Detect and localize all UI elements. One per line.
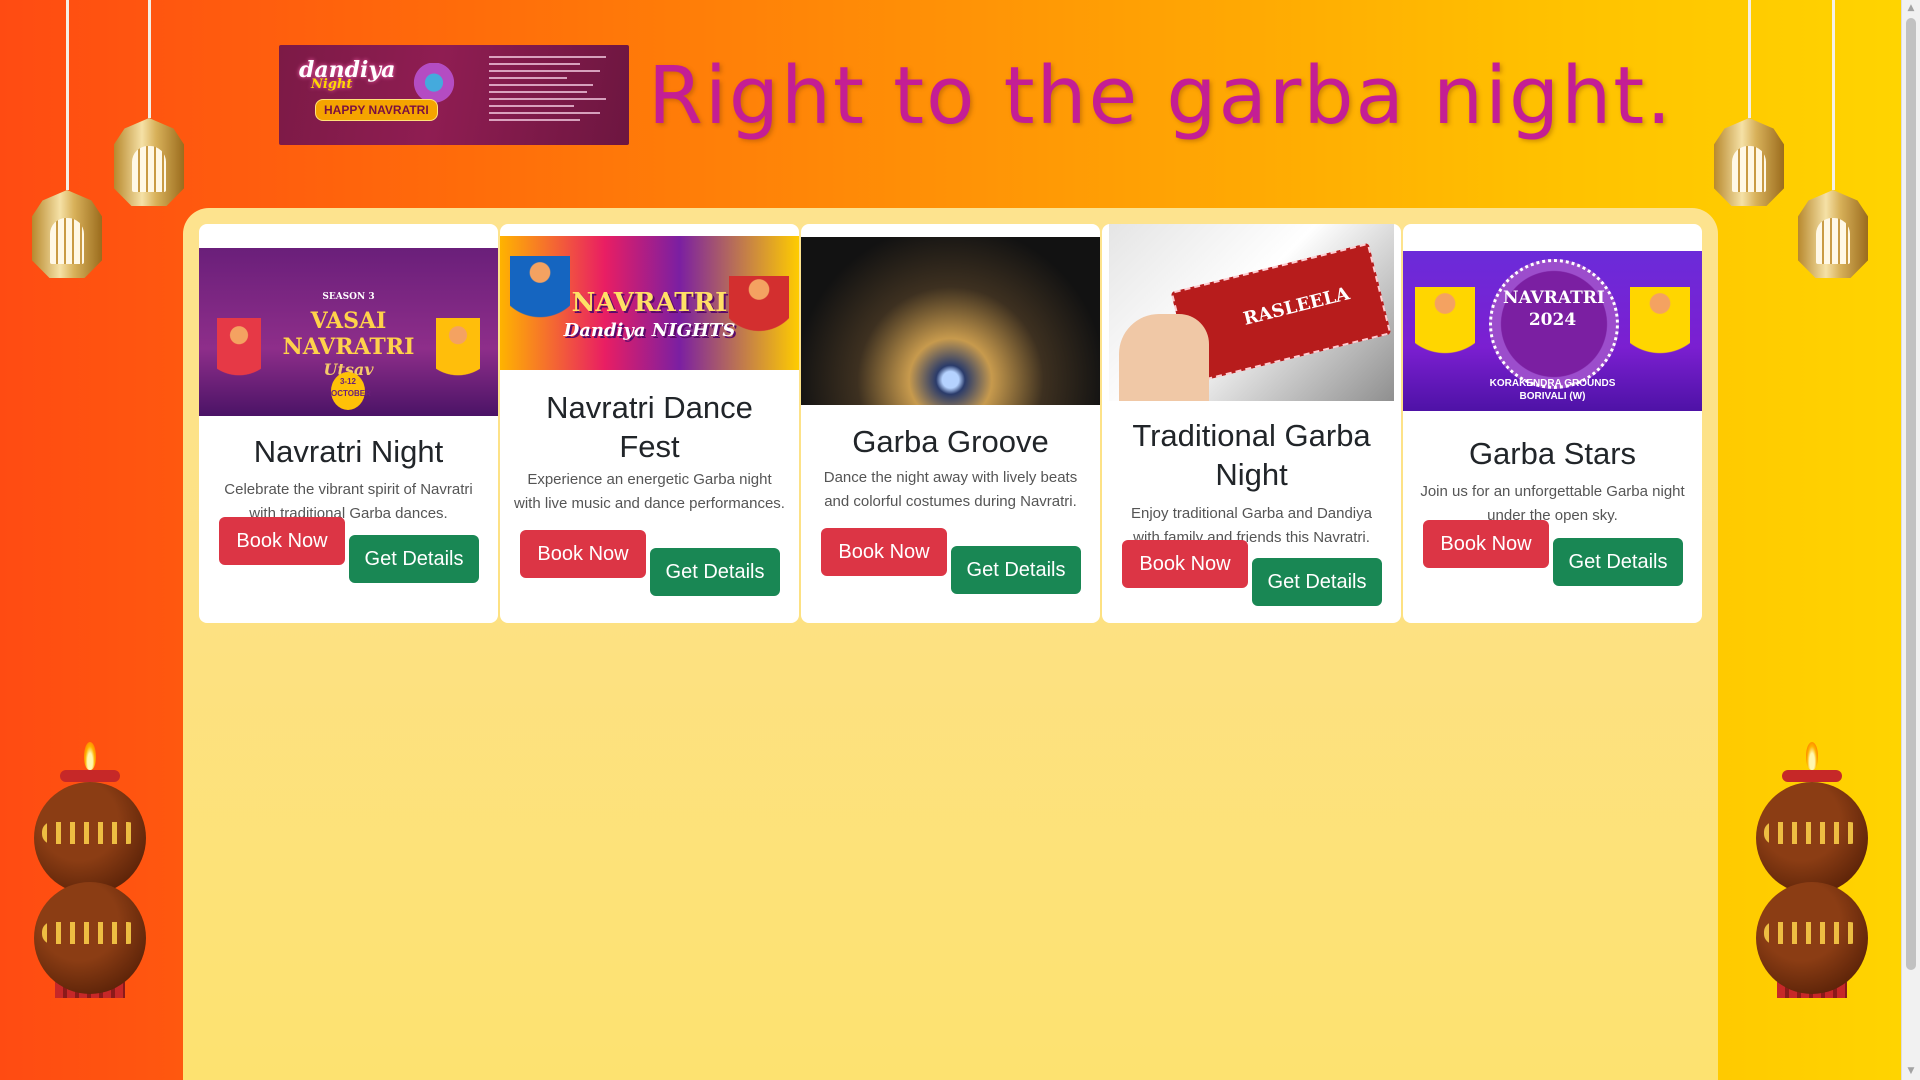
banner-logo: dandiya Night <box>299 57 396 92</box>
book-now-button[interactable]: Book Now <box>219 517 345 565</box>
card-description: Experience an energetic Garba night with… <box>514 471 785 512</box>
get-details-button[interactable]: Get Details <box>1553 538 1683 586</box>
scroll-down-arrow-icon[interactable]: ▼ <box>1902 1063 1920 1080</box>
event-image-navratri-2024: NAVRATRI 2024 KORAKENDRA GROUNDS BORIVAL… <box>1403 251 1702 411</box>
hanging-lantern-icon <box>30 0 104 278</box>
event-image-aerial-garba-crowd <box>801 237 1100 405</box>
event-card: NAVRATRI Dandiya NIGHTS Navratri Dance F… <box>500 224 799 623</box>
page: dandiya Night HAPPY NAVRATRI Right to th… <box>0 0 1902 1080</box>
card-description: Dance the night away with lively beats a… <box>823 469 1078 510</box>
event-image-rasleela-ticket: RASLEELA <box>1109 224 1394 401</box>
hanging-lantern-icon <box>1796 0 1870 278</box>
event-card: Garba Groove Dance the night away with l… <box>801 224 1100 623</box>
event-image-vasai-navratri: SEASON 3 VASAI NAVRATRI Utsav 3-12 OCTOB… <box>199 248 498 416</box>
scroll-up-arrow-icon[interactable]: ▲ <box>1902 0 1920 17</box>
event-card: RASLEELA Traditional Garba Night Enjoy t… <box>1102 224 1401 623</box>
hanging-lantern-icon <box>112 0 186 206</box>
card-title: Navratri Dance Fest <box>546 390 753 464</box>
event-cards: SEASON 3 VASAI NAVRATRI Utsav 3-12 OCTOB… <box>199 224 1702 623</box>
banner-tag: HAPPY NAVRATRI <box>315 99 438 121</box>
book-now-button[interactable]: Book Now <box>821 528 947 576</box>
diya-pot-icon <box>30 742 150 998</box>
get-details-button[interactable]: Get Details <box>349 535 479 583</box>
card-title: Traditional Garba Night <box>1132 418 1371 492</box>
event-card: SEASON 3 VASAI NAVRATRI Utsav 3-12 OCTOB… <box>199 224 498 623</box>
vertical-scrollbar[interactable]: ▲ ▼ <box>1901 0 1920 1080</box>
hanging-lantern-icon <box>1712 0 1786 206</box>
event-card: NAVRATRI 2024 KORAKENDRA GROUNDS BORIVAL… <box>1403 224 1702 623</box>
banner-invitation-text <box>489 51 619 139</box>
book-now-button[interactable]: Book Now <box>1423 520 1549 568</box>
get-details-button[interactable]: Get Details <box>1252 558 1382 606</box>
card-title: Navratri Night <box>253 434 444 469</box>
header-banner-image: dandiya Night HAPPY NAVRATRI <box>279 45 629 145</box>
card-title: Garba Groove <box>852 424 1049 459</box>
date-badge: 3-12 OCTOBER <box>331 372 371 410</box>
get-details-button[interactable]: Get Details <box>951 546 1081 594</box>
page-headline: Right to the garba night. <box>648 50 1674 142</box>
book-now-button[interactable]: Book Now <box>1122 540 1248 588</box>
event-image-navratri-dandiya-nights: NAVRATRI Dandiya NIGHTS <box>500 236 799 370</box>
get-details-button[interactable]: Get Details <box>650 548 780 596</box>
card-title: Garba Stars <box>1468 436 1637 471</box>
scrollbar-thumb[interactable] <box>1906 18 1916 970</box>
diya-pot-icon <box>1752 742 1872 998</box>
book-now-button[interactable]: Book Now <box>520 530 646 578</box>
